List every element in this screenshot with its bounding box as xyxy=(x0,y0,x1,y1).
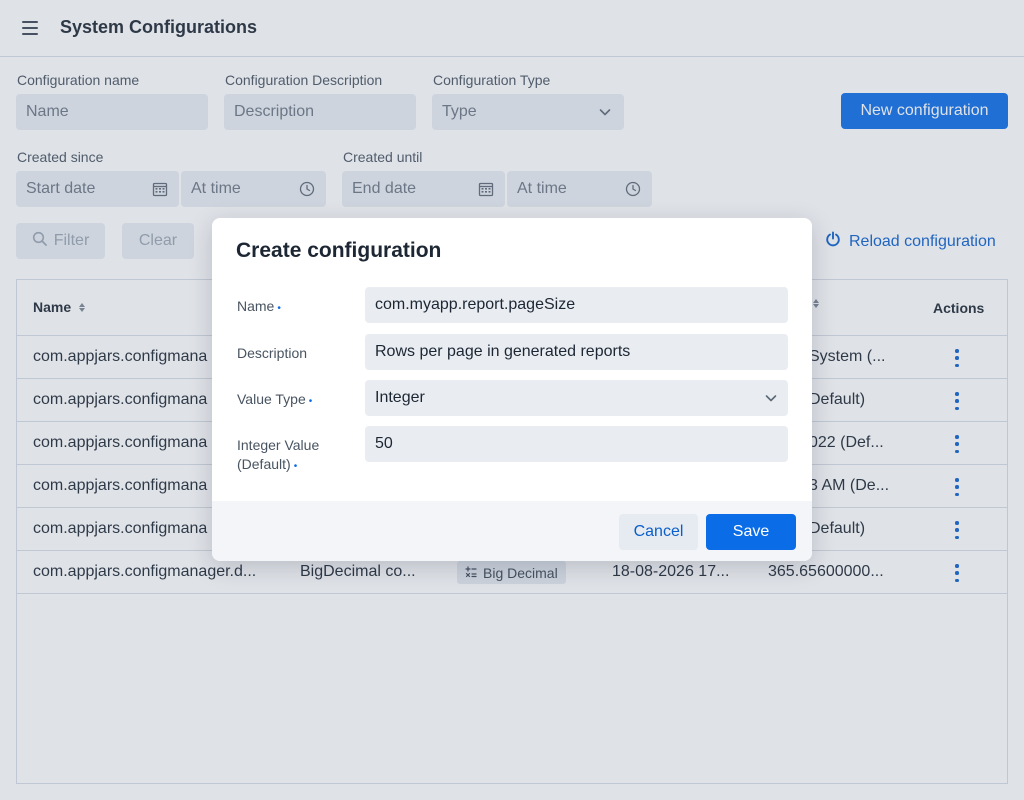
name-field-label-text: Name xyxy=(237,298,275,314)
value-type-select-value: Integer xyxy=(375,389,425,406)
integer-value-field-label: Integer Value (Default) • xyxy=(237,436,319,476)
name-input-value: com.myapp.report.pageSize xyxy=(375,296,576,313)
integer-value-label-line1: Integer Value xyxy=(237,437,320,453)
name-input[interactable]: com.myapp.report.pageSize xyxy=(365,287,788,323)
cancel-button[interactable]: Cancel xyxy=(619,514,698,550)
value-type-select[interactable]: Integer xyxy=(365,380,788,416)
value-type-field-label: Value Type • xyxy=(237,390,312,411)
create-configuration-dialog: Create configuration Name • com.myapp.rep… xyxy=(212,218,812,561)
required-marker: • xyxy=(293,461,298,472)
integer-value-input-value: 50 xyxy=(375,435,393,452)
integer-value-input[interactable]: 50 xyxy=(365,426,788,462)
description-field-label: Description xyxy=(237,345,308,361)
dialog-footer: Cancel Save xyxy=(212,501,812,561)
dialog-title: Create configuration xyxy=(236,239,442,262)
description-input-value: Rows per page in generated reports xyxy=(375,343,631,360)
save-button[interactable]: Save xyxy=(706,514,796,550)
chevron-down-icon xyxy=(764,391,778,405)
required-marker: • xyxy=(308,396,313,407)
description-input[interactable]: Rows per page in generated reports xyxy=(365,334,788,370)
integer-value-label-line2: (Default) xyxy=(237,456,291,472)
required-marker: • xyxy=(277,303,281,314)
value-type-field-label-text: Value Type xyxy=(237,391,306,407)
name-field-label: Name • xyxy=(237,297,281,318)
